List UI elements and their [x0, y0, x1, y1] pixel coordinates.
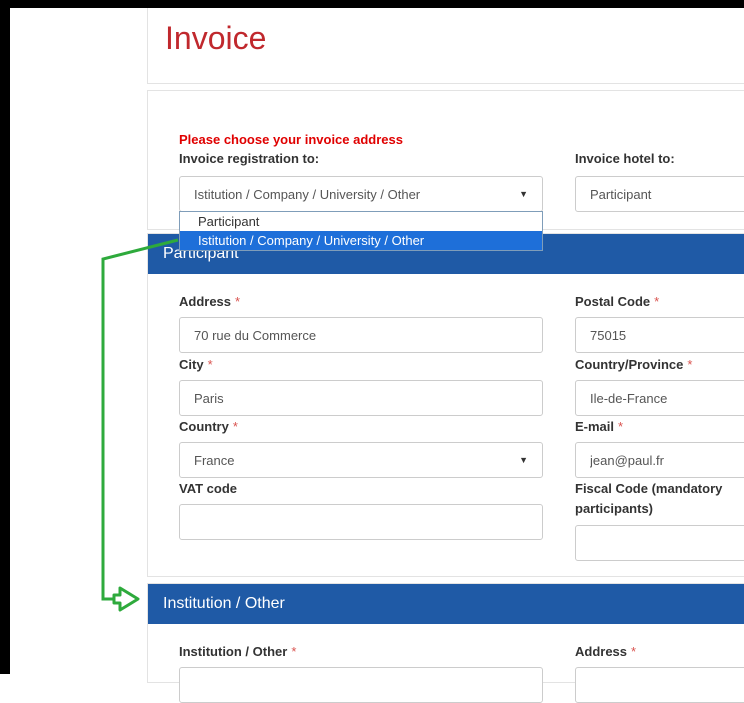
- country-value: France: [194, 452, 235, 468]
- title-panel: Invoice: [147, 8, 744, 84]
- dropdown-option-institution[interactable]: Istitution / Company / University / Othe…: [180, 231, 542, 250]
- dropdown-option-participant[interactable]: Participant: [180, 212, 542, 231]
- postal-code-label: Postal Code *: [575, 294, 660, 309]
- invoice-hotel-label: Invoice hotel to:: [575, 151, 675, 166]
- institution-name-label: Institution / Other *: [179, 644, 297, 659]
- institution-name-field[interactable]: [179, 667, 543, 703]
- country-province-field[interactable]: [575, 380, 744, 416]
- page-title: Invoice: [165, 20, 267, 56]
- institution-header: Institution / Other: [148, 584, 744, 624]
- vat-code-label: VAT code: [179, 481, 238, 496]
- vat-code-field[interactable]: [179, 504, 543, 540]
- postal-code-field[interactable]: [575, 317, 744, 353]
- window-frame-top: [0, 0, 744, 8]
- fiscal-code-label-line1: Fiscal Code (mandatory: [575, 481, 723, 496]
- email-label: E-mail *: [575, 419, 624, 434]
- invoice-hotel-value: Participant: [590, 186, 652, 202]
- institution-panel: Institution / Other Institution / Other *…: [147, 583, 744, 703]
- invoice-registration-select[interactable]: Istitution / Company / University / Othe…: [179, 176, 543, 212]
- institution-address-field[interactable]: [575, 667, 744, 703]
- fiscal-code-field[interactable]: [575, 525, 744, 561]
- country-select[interactable]: France ▼: [179, 442, 543, 478]
- window-frame-left: [0, 0, 10, 674]
- invoice-registration-value: Istitution / Company / University / Othe…: [194, 186, 421, 202]
- country-province-label: Country/Province *: [575, 357, 693, 372]
- chevron-down-icon: ▼: [519, 189, 528, 199]
- participant-panel: Participant Address* Postal Code* City* …: [147, 233, 744, 577]
- city-label: City *: [179, 357, 213, 372]
- address-field[interactable]: [179, 317, 543, 353]
- invoice-hotel-select[interactable]: Participant: [575, 176, 744, 212]
- institution-address-label: Address *: [575, 644, 637, 659]
- country-label: Country *: [179, 419, 238, 434]
- invoice-registration-dropdown: Participant Istitution / Company / Unive…: [179, 211, 543, 251]
- invoice-registration-label: Invoice registration to:: [179, 151, 320, 166]
- invoice-address-warning: Please choose your invoice address: [179, 132, 403, 147]
- email-field[interactable]: [575, 442, 744, 478]
- city-field[interactable]: [179, 380, 543, 416]
- address-label: Address *: [179, 294, 241, 309]
- chevron-down-icon: ▼: [519, 455, 528, 465]
- invoice-address-panel: Please choose your invoice address Invoi…: [147, 90, 744, 251]
- fiscal-code-label-line2: participants): [575, 501, 654, 516]
